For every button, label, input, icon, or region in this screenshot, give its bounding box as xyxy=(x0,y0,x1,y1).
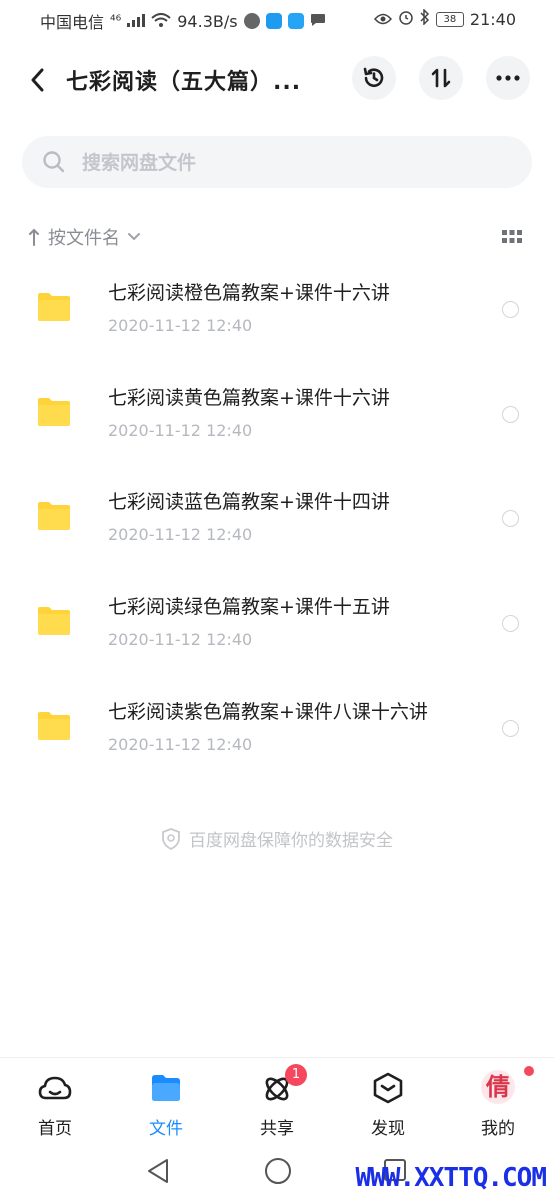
file-date: 2020-11-12 12:40 xyxy=(108,525,253,544)
history-icon xyxy=(363,67,384,87)
nav-share[interactable]: 1 共享 xyxy=(242,1064,312,1139)
signal-icon xyxy=(127,12,146,31)
battery-icon: 38 xyxy=(435,11,464,27)
app-notification-icon xyxy=(243,13,260,29)
file-date: 2020-11-12 12:40 xyxy=(108,630,253,649)
nav-files[interactable]: 文件 xyxy=(131,1070,201,1139)
history-button[interactable] xyxy=(352,56,396,100)
network-speed: 94.3B/s xyxy=(177,11,238,31)
nav-mine[interactable]: 倩 我的 xyxy=(463,1064,536,1139)
bluetooth-icon xyxy=(420,8,430,29)
file-date: 2020-11-12 12:40 xyxy=(108,735,253,754)
watermark-text: WWW.XXTTQ.COM xyxy=(355,1163,547,1193)
file-name: 七彩阅读蓝色篇教案+课件十四讲 xyxy=(108,491,390,513)
nav-share-label: 共享 xyxy=(260,1119,294,1139)
select-checkbox[interactable] xyxy=(502,510,519,527)
file-name: 七彩阅读黄色篇教案+课件十六讲 xyxy=(108,387,390,409)
nav-mine-label: 我的 xyxy=(481,1119,515,1139)
transfer-button[interactable] xyxy=(419,56,463,100)
back-triangle-icon[interactable] xyxy=(146,1158,170,1184)
nav-discover-label: 发现 xyxy=(371,1119,405,1139)
chevron-down-icon xyxy=(128,233,140,241)
select-checkbox[interactable] xyxy=(502,301,519,318)
discover-box-icon xyxy=(370,1070,406,1106)
carrier-label: 中国电信 xyxy=(40,13,105,32)
file-name: 七彩阅读紫色篇教案+课件八课十六讲 xyxy=(108,701,428,723)
folder-icon xyxy=(38,502,70,530)
file-row[interactable]: 七彩阅读紫色篇教案+课件八课十六讲 2020-11-12 12:40 xyxy=(0,679,554,783)
avatar-wrapper: 倩 xyxy=(480,1064,536,1106)
arrow-up-icon xyxy=(29,228,39,246)
select-checkbox[interactable] xyxy=(502,615,519,632)
app-notification-icon xyxy=(287,13,304,29)
nav-home[interactable]: 首页 xyxy=(20,1070,90,1139)
search-bar[interactable] xyxy=(22,136,532,190)
folder-tab-icon xyxy=(148,1070,184,1106)
file-row[interactable]: 七彩阅读黄色篇教案+课件十六讲 2020-11-12 12:40 xyxy=(0,365,554,469)
file-date: 2020-11-12 12:40 xyxy=(108,421,253,440)
file-date: 2020-11-12 12:40 xyxy=(108,316,253,335)
alarm-icon xyxy=(398,9,414,29)
grid-view-icon[interactable] xyxy=(502,230,522,244)
avatar: 倩 xyxy=(481,1070,515,1104)
system-nav-bar: WWW.XXTTQ.COM xyxy=(0,1140,554,1200)
file-row[interactable]: 七彩阅读蓝色篇教案+课件十四讲 2020-11-12 12:40 xyxy=(0,469,554,573)
nav-discover[interactable]: 发现 xyxy=(353,1070,423,1139)
folder-icon xyxy=(38,607,70,635)
bottom-nav: 首页 文件 1 共享 发现 倩 我的 xyxy=(0,1057,554,1139)
search-input[interactable] xyxy=(80,136,504,190)
cloud-home-icon xyxy=(37,1070,73,1106)
select-checkbox[interactable] xyxy=(502,406,519,423)
back-button[interactable] xyxy=(24,64,50,96)
folder-icon xyxy=(38,293,70,321)
app-notification-icon xyxy=(265,13,282,29)
shield-icon xyxy=(162,827,180,850)
message-icon xyxy=(310,12,326,31)
nav-home-label: 首页 xyxy=(38,1119,72,1139)
share-badge: 1 xyxy=(285,1064,307,1086)
eye-icon xyxy=(373,10,392,29)
file-row[interactable]: 七彩阅读绿色篇教案+课件十五讲 2020-11-12 12:40 xyxy=(0,574,554,678)
select-checkbox[interactable] xyxy=(502,720,519,737)
search-icon xyxy=(43,151,65,173)
transfer-arrows-icon xyxy=(431,68,451,88)
nav-files-label: 文件 xyxy=(149,1119,183,1139)
file-name: 七彩阅读橙色篇教案+课件十六讲 xyxy=(108,282,390,304)
file-row[interactable]: 七彩阅读橙色篇教案+课件十六讲 2020-11-12 12:40 xyxy=(0,260,554,364)
chevron-left-icon xyxy=(31,68,44,92)
folder-icon xyxy=(38,398,70,426)
network-type: ⁴⁶ xyxy=(110,13,122,29)
wifi-icon xyxy=(151,12,171,31)
sort-label: 按文件名 xyxy=(48,228,120,249)
more-dots-icon xyxy=(496,75,520,81)
notification-dot xyxy=(522,1064,536,1078)
clock: 21:40 xyxy=(469,9,516,29)
status-bar: 中国电信 ⁴⁶ 94.3B/s 38 21:40 xyxy=(0,0,554,38)
sort-button[interactable]: 按文件名 xyxy=(28,224,140,250)
file-name: 七彩阅读绿色篇教案+课件十五讲 xyxy=(108,596,390,618)
share-atom-icon: 1 xyxy=(259,1064,307,1106)
more-button[interactable] xyxy=(486,56,530,100)
security-note: 百度网盘保障你的数据安全 xyxy=(0,826,554,851)
header: 七彩阅读（五大篇）... xyxy=(0,48,554,112)
page-title: 七彩阅读（五大篇）... xyxy=(66,70,302,95)
home-circle-icon[interactable] xyxy=(264,1157,292,1185)
folder-icon xyxy=(38,712,70,740)
sort-row: 按文件名 xyxy=(28,224,528,254)
security-note-text: 百度网盘保障你的数据安全 xyxy=(189,831,393,851)
